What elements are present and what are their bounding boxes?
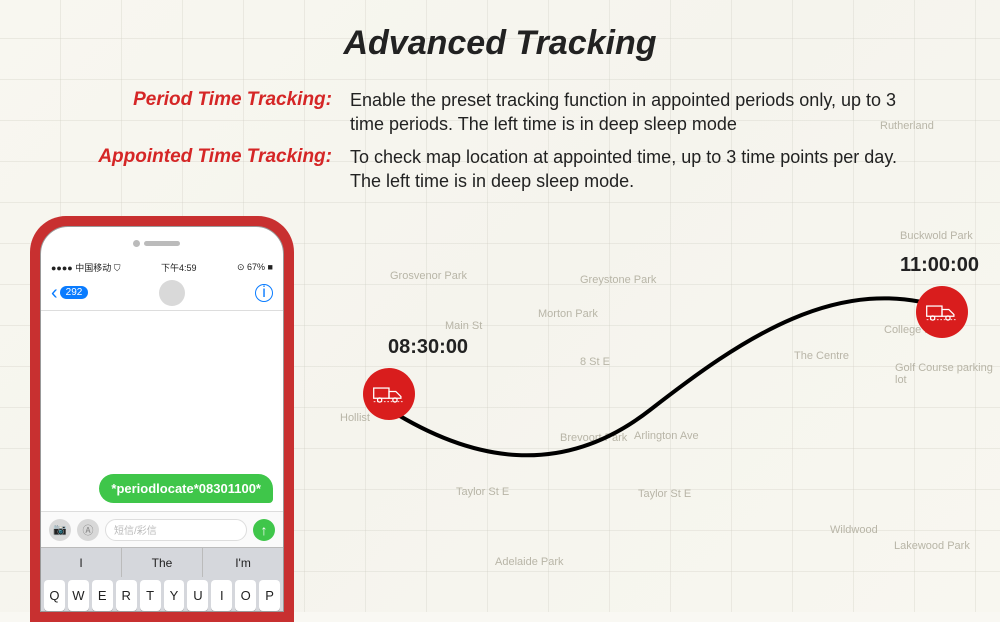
- predictive-option[interactable]: I'm: [203, 548, 283, 577]
- info-icon[interactable]: i: [255, 284, 273, 302]
- status-battery: ⊙ 67% ■: [237, 262, 273, 273]
- keyboard-key[interactable]: P: [259, 580, 280, 611]
- map-label: Adelaide Park: [495, 556, 564, 568]
- predictive-option[interactable]: The: [122, 548, 203, 577]
- feature-row: Period Time Tracking: Enable the preset …: [70, 88, 930, 137]
- keyboard-key[interactable]: I: [211, 580, 232, 611]
- nav-bar: ‹ 292 i: [41, 275, 283, 311]
- phone-screen: ●●●● 中国移动 ⛉ 下午4:59 ⊙ 67% ■ ‹ 292 i *peri…: [40, 226, 284, 612]
- page-title: Advanced Tracking: [0, 24, 1000, 63]
- route-time-start: 08:30:00: [388, 336, 468, 359]
- conversation-area: *periodlocate*08301100*: [41, 311, 283, 511]
- feature-label: Appointed Time Tracking:: [70, 145, 350, 170]
- predictive-bar: I The I'm: [41, 547, 283, 577]
- keyboard-key[interactable]: Y: [164, 580, 185, 611]
- route-path: [340, 280, 1000, 540]
- route-marker-end: [916, 286, 968, 338]
- chevron-left-icon: ‹: [51, 283, 58, 303]
- back-badge: 292: [60, 286, 89, 299]
- keyboard-key[interactable]: T: [140, 580, 161, 611]
- keyboard-row: Q W E R T Y U I O P: [41, 577, 283, 611]
- status-time: 下午4:59: [161, 261, 197, 274]
- keyboard-key[interactable]: Q: [44, 580, 65, 611]
- compose-input[interactable]: 短信/彩信: [105, 519, 247, 541]
- status-carrier: ●●●● 中国移动 ⛉: [51, 261, 121, 274]
- contact-avatar[interactable]: [159, 280, 185, 306]
- feature-description: Enable the preset tracking function in a…: [350, 88, 930, 137]
- feature-label: Period Time Tracking:: [70, 88, 350, 113]
- keyboard-key[interactable]: U: [187, 580, 208, 611]
- phone-hardware: [41, 227, 283, 259]
- keyboard-key[interactable]: O: [235, 580, 256, 611]
- map-label: Lakewood Park: [894, 540, 970, 552]
- truck-icon: [372, 382, 406, 406]
- message-bubble: *periodlocate*08301100*: [99, 474, 273, 503]
- predictive-option[interactable]: I: [41, 548, 122, 577]
- status-bar: ●●●● 中国移动 ⛉ 下午4:59 ⊙ 67% ■: [41, 259, 283, 275]
- keyboard-key[interactable]: R: [116, 580, 137, 611]
- route-time-end: 11:00:00: [900, 254, 979, 277]
- route-marker-start: [363, 368, 415, 420]
- back-button[interactable]: ‹ 292: [51, 283, 88, 303]
- keyboard-key[interactable]: E: [92, 580, 113, 611]
- compose-bar: 📷 Ⓐ 短信/彩信 ↑: [41, 511, 283, 547]
- truck-icon: [925, 300, 959, 324]
- keyboard-key[interactable]: W: [68, 580, 89, 611]
- map-label: Buckwold Park: [900, 230, 973, 242]
- send-button[interactable]: ↑: [253, 519, 275, 541]
- camera-icon[interactable]: 📷: [49, 519, 71, 541]
- appstore-icon[interactable]: Ⓐ: [77, 519, 99, 541]
- phone-mockup: ●●●● 中国移动 ⛉ 下午4:59 ⊙ 67% ■ ‹ 292 i *peri…: [30, 216, 294, 622]
- feature-row: Appointed Time Tracking: To check map lo…: [70, 145, 930, 194]
- feature-description: To check map location at appointed time,…: [350, 145, 930, 194]
